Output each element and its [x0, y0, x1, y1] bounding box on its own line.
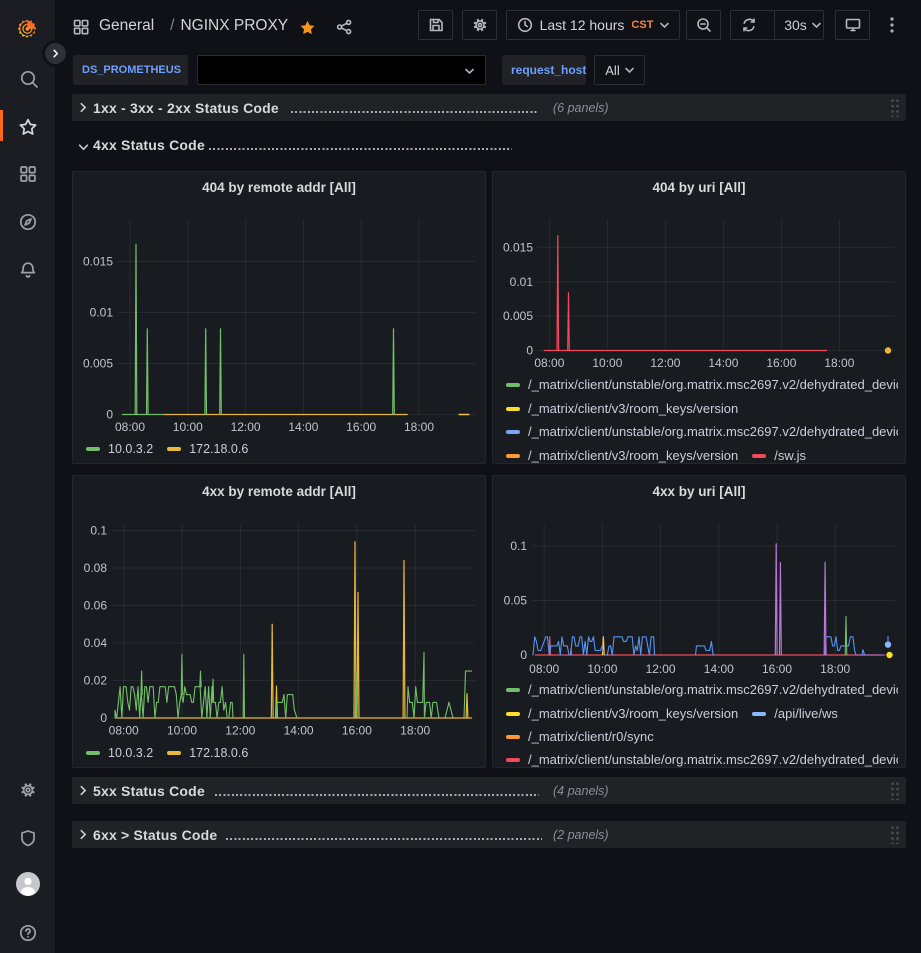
svg-text:08:00: 08:00 [115, 420, 145, 434]
svg-text:0.02: 0.02 [84, 674, 108, 688]
svg-text:12:00: 12:00 [225, 724, 255, 738]
svg-text:10:00: 10:00 [587, 662, 617, 676]
svg-text:16:00: 16:00 [342, 724, 372, 738]
svg-text:16:00: 16:00 [762, 662, 792, 676]
svg-text:12:00: 12:00 [231, 420, 261, 434]
svg-text:14:00: 14:00 [284, 724, 314, 738]
svg-text:0.015: 0.015 [83, 255, 113, 269]
svg-text:10:00: 10:00 [173, 420, 203, 434]
svg-text:0.04: 0.04 [84, 636, 108, 650]
svg-text:12:00: 12:00 [646, 662, 676, 676]
svg-text:14:00: 14:00 [708, 356, 738, 370]
svg-text:10:00: 10:00 [592, 356, 622, 370]
svg-text:0: 0 [526, 344, 533, 358]
svg-text:18:00: 18:00 [820, 662, 850, 676]
svg-text:18:00: 18:00 [824, 356, 854, 370]
svg-text:14:00: 14:00 [704, 662, 734, 676]
svg-text:16:00: 16:00 [766, 356, 796, 370]
svg-text:0.005: 0.005 [503, 309, 533, 323]
svg-text:0.08: 0.08 [84, 561, 108, 575]
svg-text:0.015: 0.015 [503, 240, 533, 254]
svg-text:0.06: 0.06 [84, 599, 108, 613]
svg-text:14:00: 14:00 [288, 420, 318, 434]
svg-text:0.01: 0.01 [90, 306, 114, 320]
svg-text:0.005: 0.005 [83, 357, 113, 371]
svg-text:0: 0 [520, 648, 527, 662]
svg-text:0: 0 [100, 711, 107, 725]
svg-text:0.1: 0.1 [510, 539, 527, 553]
svg-text:0: 0 [106, 408, 113, 422]
svg-text:08:00: 08:00 [534, 356, 564, 370]
svg-text:18:00: 18:00 [404, 420, 434, 434]
svg-text:16:00: 16:00 [346, 420, 376, 434]
svg-text:0.1: 0.1 [90, 524, 107, 538]
svg-text:18:00: 18:00 [400, 724, 430, 738]
svg-text:12:00: 12:00 [650, 356, 680, 370]
svg-text:10:00: 10:00 [167, 724, 197, 738]
svg-text:0.01: 0.01 [510, 275, 534, 289]
svg-text:08:00: 08:00 [109, 724, 139, 738]
svg-text:0.05: 0.05 [504, 594, 528, 608]
svg-text:08:00: 08:00 [529, 662, 559, 676]
